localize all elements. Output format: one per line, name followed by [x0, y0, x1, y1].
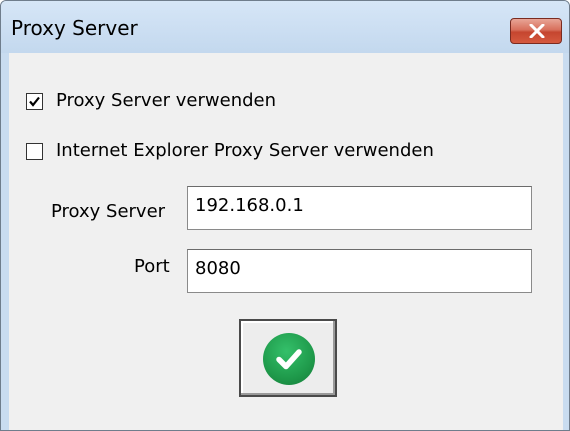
close-icon [529, 24, 545, 38]
green-check-circle-icon [263, 333, 315, 385]
proxy-server-dialog: Proxy Server Proxy Server verwenden Inte… [0, 0, 570, 431]
use-ie-proxy-label[interactable]: Internet Explorer Proxy Server verwenden [56, 140, 434, 161]
use-ie-proxy-checkbox[interactable] [26, 143, 43, 160]
proxy-server-input[interactable]: 192.168.0.1 [187, 186, 532, 230]
dialog-body: Proxy Server verwenden Internet Explorer… [9, 53, 563, 430]
checkmark-icon [276, 349, 302, 370]
port-label: Port [134, 256, 170, 277]
checkmark-icon [29, 96, 40, 107]
title-bar[interactable]: Proxy Server [1, 1, 569, 53]
port-input[interactable]: 8080 [187, 249, 532, 293]
use-proxy-checkbox[interactable] [26, 93, 43, 110]
ok-button[interactable] [239, 319, 337, 397]
window-title: Proxy Server [11, 16, 138, 40]
proxy-server-label: Proxy Server [51, 201, 166, 222]
use-proxy-label[interactable]: Proxy Server verwenden [56, 90, 276, 111]
close-button[interactable] [510, 18, 562, 44]
